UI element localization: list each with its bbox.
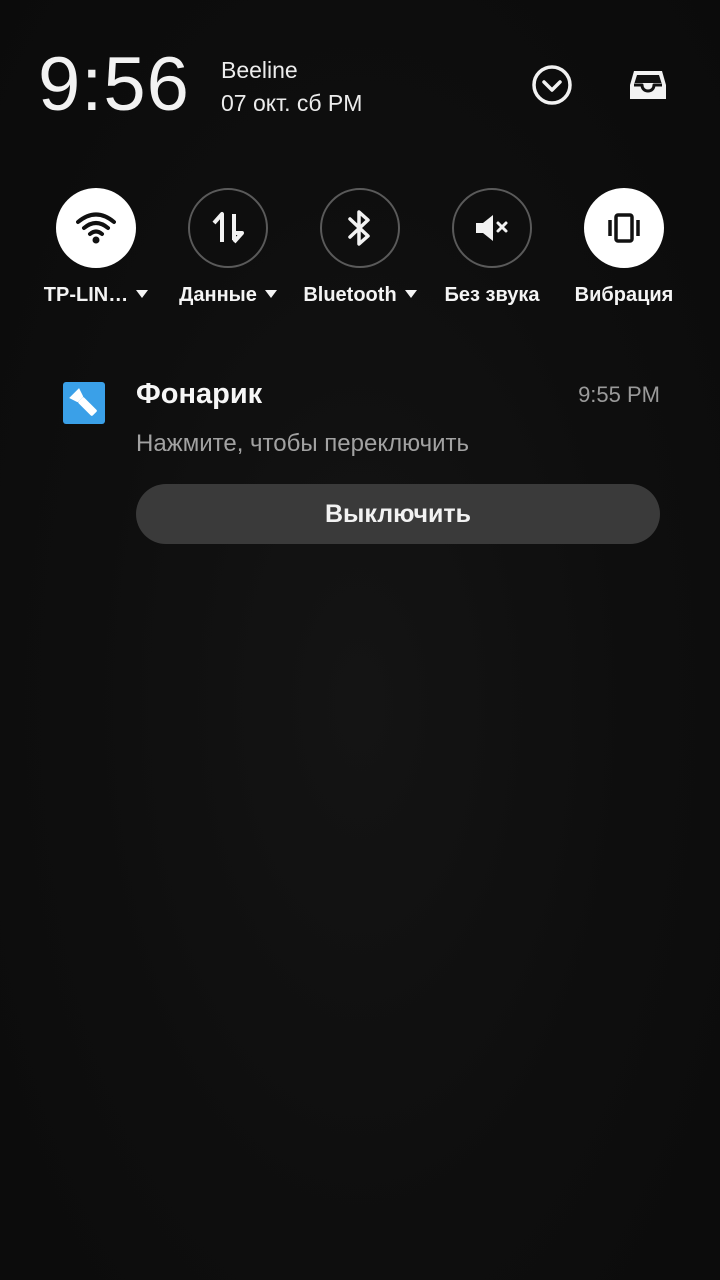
tile-vibrate[interactable]: Вибрация bbox=[554, 188, 694, 318]
vibrate-icon bbox=[608, 213, 640, 243]
clock: 9:56 bbox=[38, 42, 190, 127]
silent-toggle[interactable] bbox=[452, 188, 532, 268]
tile-bluetooth[interactable]: Bluetooth bbox=[290, 188, 430, 318]
dropdown-caret-icon bbox=[136, 289, 149, 298]
tile-mobile-data[interactable]: Данные bbox=[158, 188, 298, 318]
vibrate-toggle[interactable] bbox=[584, 188, 664, 268]
inbox-tray-icon bbox=[630, 71, 666, 99]
bluetooth-icon bbox=[348, 210, 370, 246]
wifi-icon bbox=[76, 212, 116, 244]
dropdown-caret-icon bbox=[264, 289, 277, 298]
mobile-data-icon bbox=[212, 212, 244, 244]
flashlight-icon bbox=[63, 382, 105, 424]
mobile-data-toggle[interactable] bbox=[188, 188, 268, 268]
notification-shade: 9:56 Beeline 07 окт. сб PM TP-LIN… Данны… bbox=[0, 0, 720, 1280]
mute-icon bbox=[476, 215, 508, 241]
expand-button[interactable] bbox=[529, 62, 575, 108]
notification-text: Нажмите, чтобы переключить bbox=[136, 430, 469, 457]
quick-settings: TP-LIN… Данные Bluetooth Без звука Вибра… bbox=[0, 188, 720, 318]
date-label: 07 окт. сб PM bbox=[221, 90, 363, 116]
wifi-toggle[interactable] bbox=[56, 188, 136, 268]
notification-title: Фонарик bbox=[136, 378, 263, 410]
bluetooth-toggle[interactable] bbox=[320, 188, 400, 268]
notification-flashlight[interactable]: Фонарик 9:55 PM Нажмите, чтобы переключи… bbox=[0, 360, 720, 560]
notification-time: 9:55 PM bbox=[578, 382, 660, 407]
tile-wifi[interactable]: TP-LIN… bbox=[26, 188, 166, 318]
chevron-down-circle-icon bbox=[532, 65, 572, 105]
turn-off-button[interactable]: Выключить bbox=[136, 484, 660, 544]
tile-silent[interactable]: Без звука bbox=[422, 188, 562, 318]
carrier-name: Beeline bbox=[221, 57, 298, 83]
notifications-manage-button[interactable] bbox=[625, 62, 671, 108]
vibrate-label[interactable]: Вибрация bbox=[544, 284, 704, 307]
